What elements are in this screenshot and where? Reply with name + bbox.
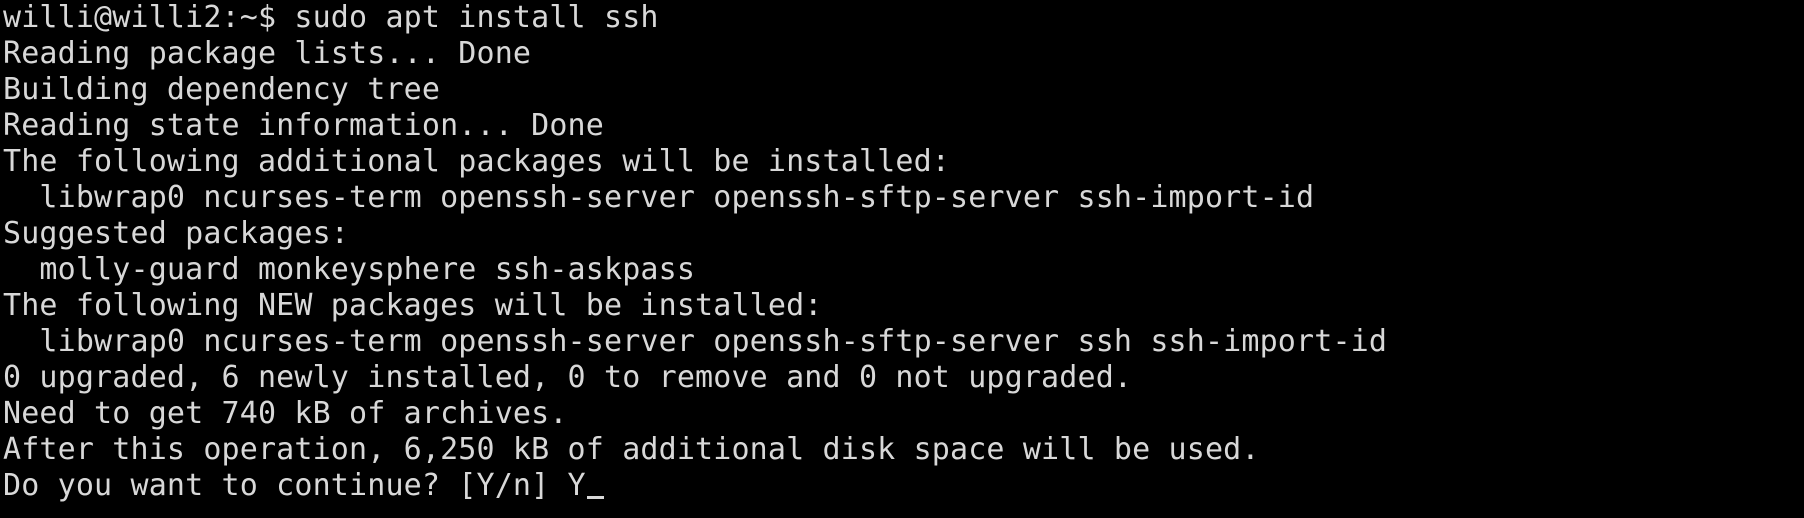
package-list-line: libwrap0 ncurses-term openssh-server ope… (3, 180, 1315, 215)
output-line: Reading package lists... Done (3, 36, 532, 71)
output-line: The following NEW packages will be insta… (3, 288, 823, 323)
output-line: Building dependency tree (3, 72, 441, 107)
output-line: The following additional packages will b… (3, 144, 950, 179)
output-line: Need to get 740 kB of archives. (3, 396, 568, 431)
output-line: 0 upgraded, 6 newly installed, 0 to remo… (3, 360, 1133, 395)
confirm-prompt-line[interactable]: Do you want to continue? [Y/n] Y (3, 468, 1804, 504)
prompt-line: willi@willi2:~$ sudo apt install ssh (3, 0, 659, 35)
package-list-line: libwrap0 ncurses-term openssh-server ope… (3, 324, 1388, 359)
text-cursor (586, 496, 604, 499)
confirm-prompt-text: Do you want to continue? [Y/n] Y (3, 468, 586, 503)
terminal-window[interactable]: willi@willi2:~$ sudo apt install ssh Rea… (0, 0, 1804, 518)
output-line: Reading state information... Done (3, 108, 604, 143)
package-list-line: molly-guard monkeysphere ssh-askpass (3, 252, 696, 287)
output-line: After this operation, 6,250 kB of additi… (3, 432, 1260, 467)
output-line: Suggested packages: (3, 216, 350, 251)
